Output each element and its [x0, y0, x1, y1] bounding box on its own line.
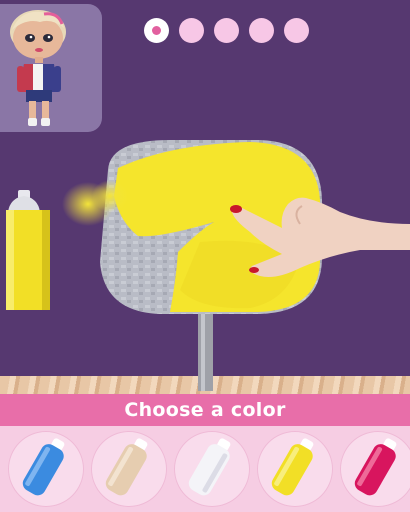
- prompt-bar: Choose a color: [0, 394, 410, 426]
- stand-pole: [198, 305, 213, 391]
- spray-bottle-magenta-icon: [354, 438, 397, 496]
- color-option-blue[interactable]: [8, 431, 84, 507]
- color-option-beige[interactable]: [91, 431, 167, 507]
- spray-bottle-yellow-icon: [271, 438, 314, 496]
- color-palette: [0, 426, 410, 512]
- color-option-yellow[interactable]: [257, 431, 333, 507]
- spray-bottle-white-icon: [188, 438, 231, 496]
- spray-bottle-blue-icon: [22, 438, 65, 496]
- prompt-label: Choose a color: [124, 399, 286, 421]
- painting-stage: [62, 140, 410, 391]
- spray-bottle-beige-icon: [105, 438, 148, 496]
- color-option-magenta[interactable]: [340, 431, 410, 507]
- color-option-white[interactable]: [174, 431, 250, 507]
- spray-can-icon: [6, 190, 50, 310]
